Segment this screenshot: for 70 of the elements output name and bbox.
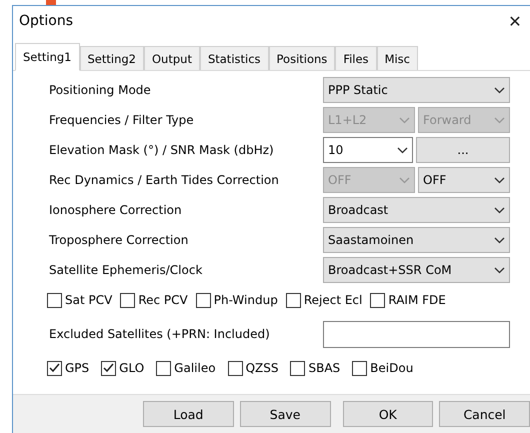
caret-icon	[494, 206, 505, 214]
dropdown-value: Saastamoinen	[328, 233, 414, 247]
tab[interactable]: Output	[144, 46, 200, 70]
dropdown-value: L1+L2	[328, 113, 367, 127]
caret-icon	[399, 116, 410, 124]
checkbox-label: RAIM FDE	[388, 293, 446, 307]
checkbox[interactable]	[352, 360, 368, 376]
field-label: Rec Dynamics / Earth Tides Correction	[49, 173, 280, 187]
dropdown-value: OFF	[328, 173, 352, 187]
checkbox-label: QZSS	[246, 361, 278, 375]
checkbox[interactable]	[196, 292, 211, 308]
close-button[interactable]: ✕	[500, 6, 530, 36]
window-title: Options	[19, 13, 74, 29]
field-label: Excluded Satellites (+PRN: Included)	[49, 327, 271, 341]
checkbox-label: SBAS	[308, 361, 340, 375]
dropdown[interactable]: 10	[323, 137, 413, 163]
caret-icon	[494, 266, 505, 274]
checkbox-label: Reject Ecl	[304, 293, 362, 307]
checkbox-label: GPS	[65, 361, 90, 375]
caret-icon	[399, 176, 410, 184]
checkbox[interactable]	[228, 360, 243, 376]
field-label: Satellite Ephemeris/Clock	[49, 263, 204, 277]
checkbox[interactable]	[101, 360, 116, 376]
dropdown-value: PPP Static	[328, 83, 388, 97]
checkbox[interactable]	[290, 360, 306, 376]
checkbox-label: Sat PCV	[65, 293, 112, 307]
dropdown[interactable]: OFF	[418, 167, 510, 193]
dialog-button[interactable]: OK	[342, 401, 434, 427]
checkbox-label: Rec PCV	[138, 293, 188, 307]
checkbox-label: BeiDou	[370, 361, 414, 375]
dropdown[interactable]: Saastamoinen	[323, 227, 510, 253]
tab[interactable]: Statistics	[200, 46, 269, 70]
checkbox[interactable]	[286, 292, 301, 308]
field-label: Ionosphere Correction	[49, 203, 183, 217]
window-edge	[46, 0, 56, 5]
caret-icon	[494, 116, 505, 124]
tab[interactable]: Positions	[268, 46, 336, 70]
dropdown[interactable]: PPP Static	[323, 77, 510, 103]
dropdown-value: Forward	[423, 113, 472, 127]
checkbox-label: Galileo	[174, 361, 216, 375]
input-field[interactable]	[323, 320, 510, 348]
dialog-button[interactable]: Load	[143, 401, 234, 427]
dialog-button[interactable]: Save	[240, 401, 330, 427]
caret-icon	[494, 176, 505, 184]
more-button[interactable]: ...	[416, 137, 510, 163]
checkbox[interactable]	[47, 292, 62, 308]
caret-icon	[494, 86, 505, 94]
tab[interactable]: Setting2	[80, 46, 144, 70]
checkbox[interactable]	[370, 292, 386, 308]
checkbox[interactable]	[120, 292, 136, 308]
caret-icon	[494, 236, 505, 244]
dropdown-value: OFF	[423, 173, 446, 187]
dropdown-value: 10	[328, 143, 344, 157]
dropdown[interactable]: Broadcast	[323, 197, 510, 223]
field-label: Frequencies / Filter Type	[49, 113, 195, 127]
tab[interactable]: Setting1	[15, 43, 80, 71]
field-label: Troposphere Correction	[49, 233, 190, 247]
tab[interactable]: Files	[335, 46, 377, 70]
dropdown-value: Broadcast	[328, 203, 388, 217]
dropdown[interactable]: Broadcast+SSR CoM	[323, 257, 510, 283]
checkbox-label: GLO	[119, 361, 144, 375]
checkbox-label: Ph-Windup	[214, 293, 278, 307]
field-label: Elevation Mask (°) / SNR Mask (dbHz)	[49, 143, 275, 157]
dropdown-value: Broadcast+SSR CoM	[328, 263, 452, 277]
checkbox[interactable]	[47, 360, 62, 376]
caret-icon	[397, 146, 408, 154]
checkbox[interactable]	[156, 360, 172, 376]
field-label: Positioning Mode	[49, 83, 152, 97]
tab[interactable]: Misc	[376, 46, 418, 70]
dialog-button[interactable]: Cancel	[439, 401, 530, 427]
